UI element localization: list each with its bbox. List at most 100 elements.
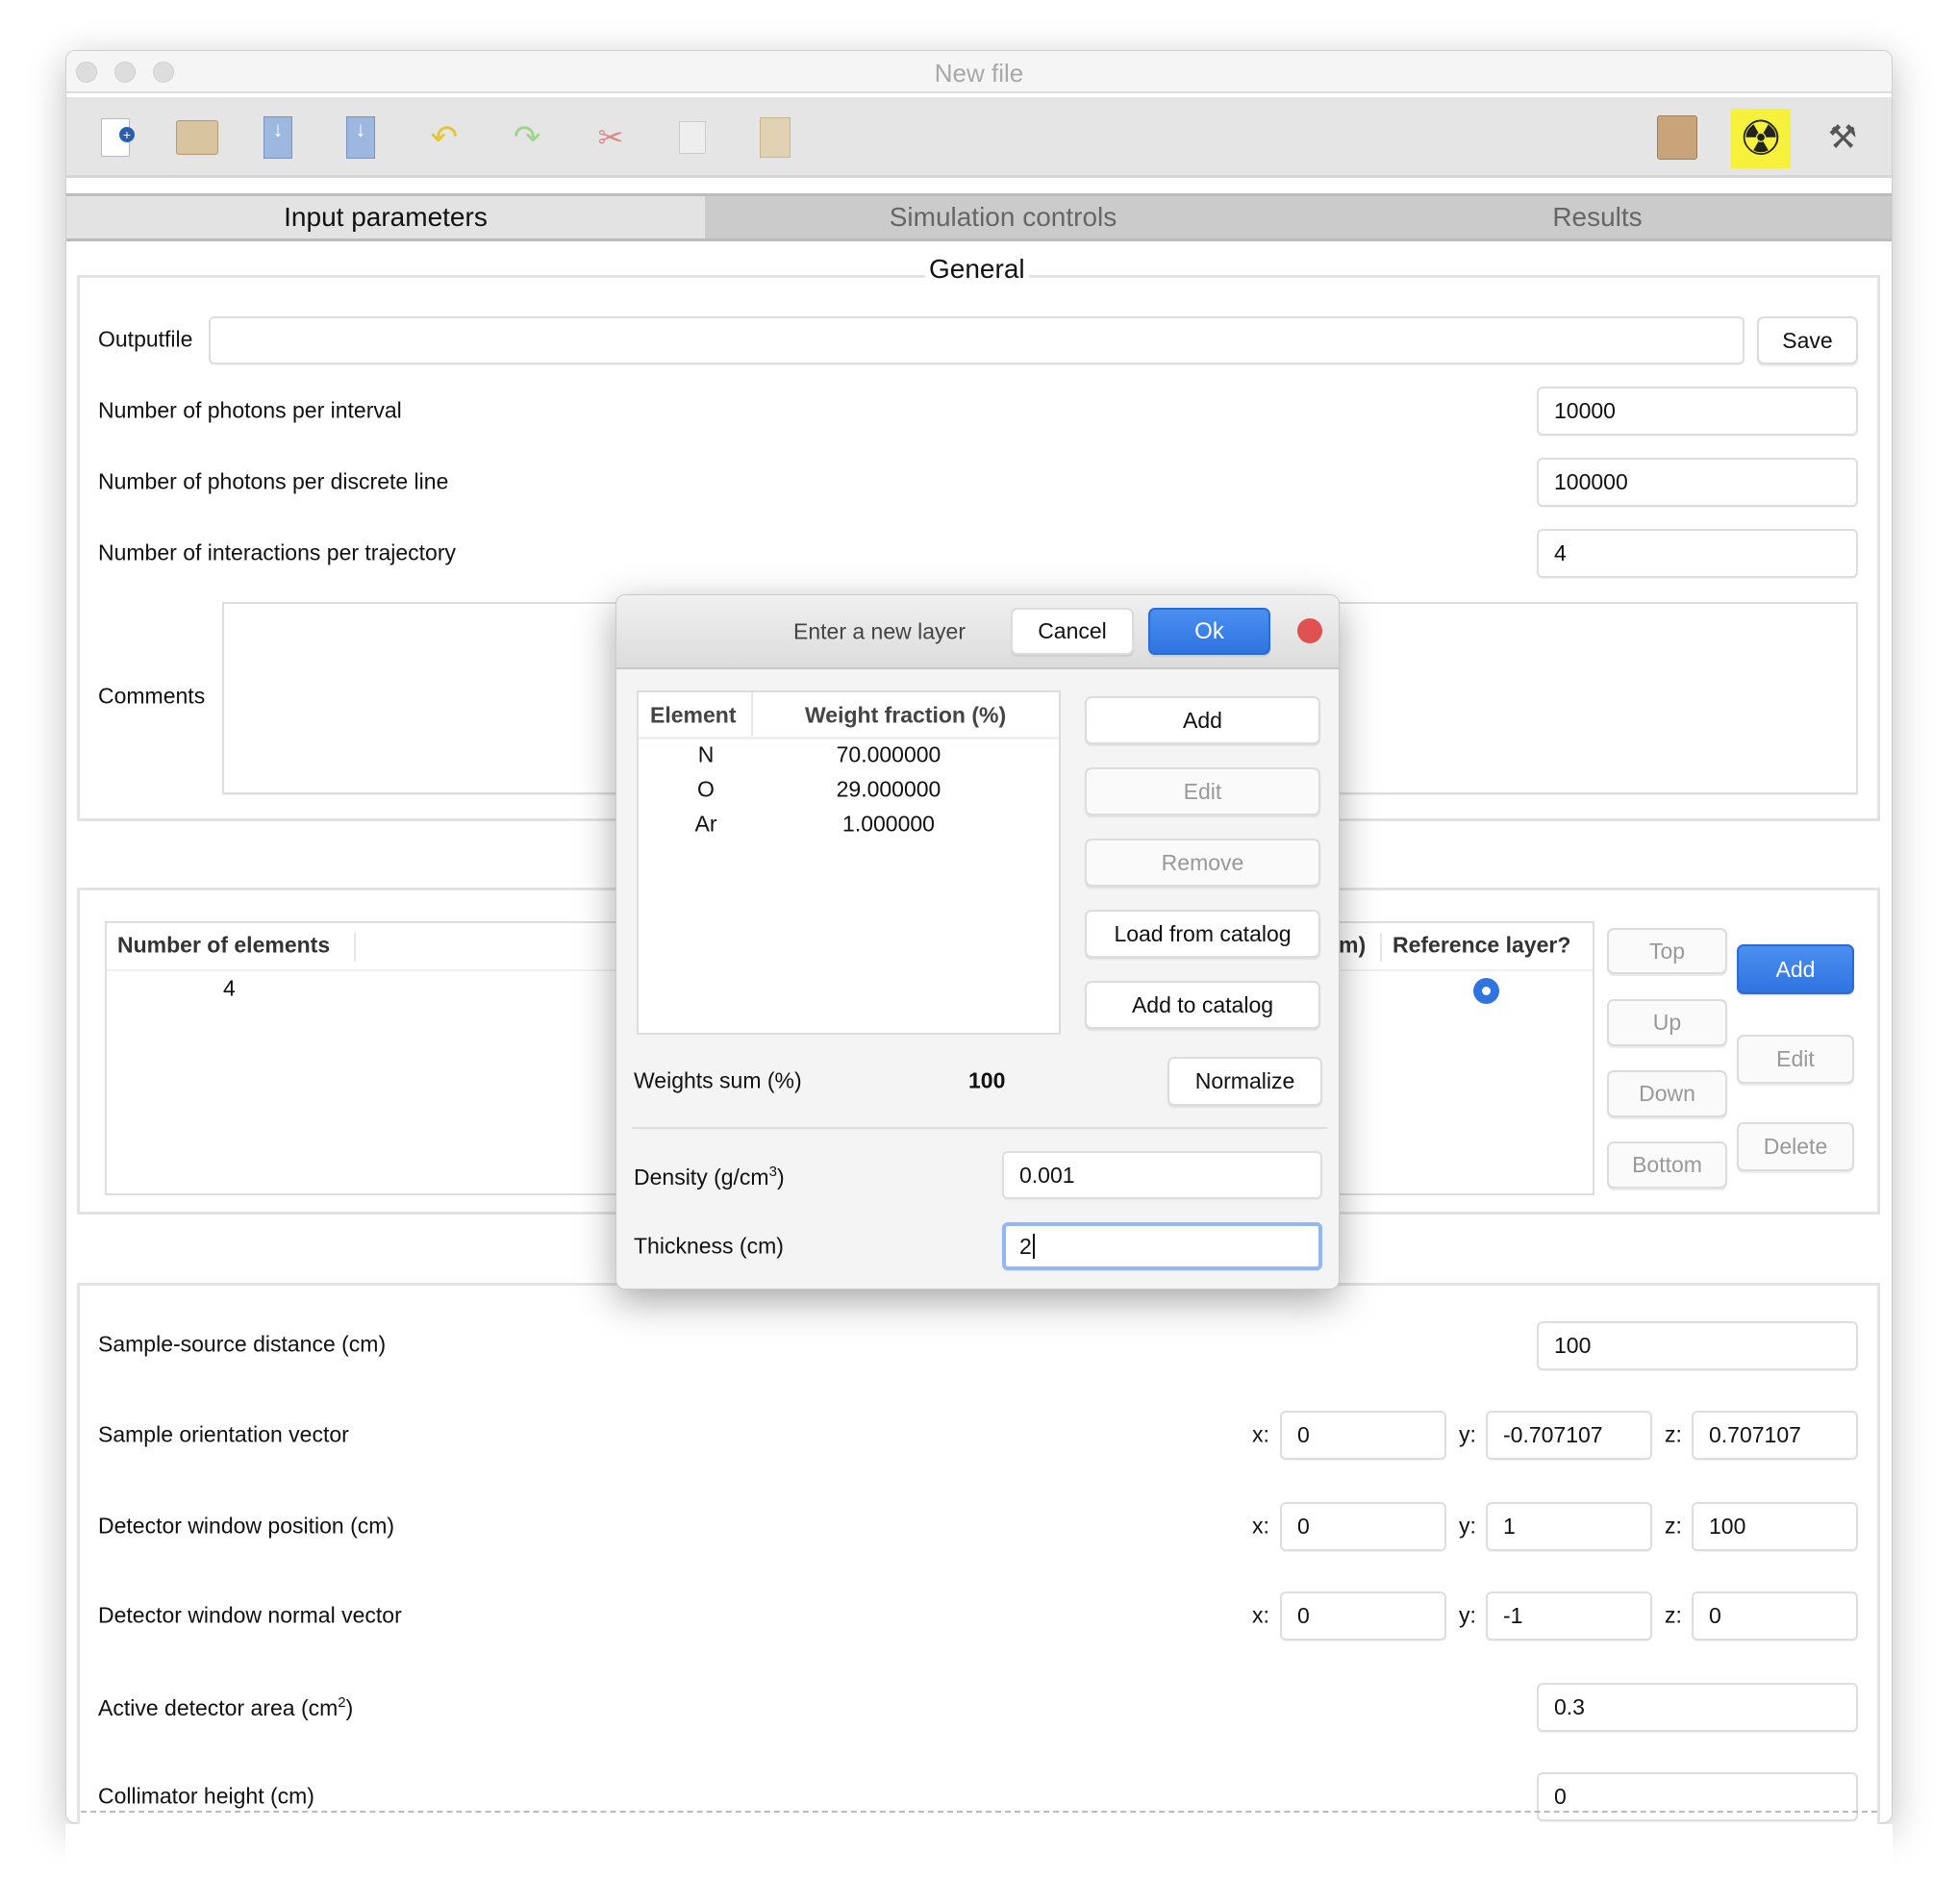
save-icon[interactable]: ↓ [255, 114, 301, 161]
outputfile-label: Outputfile [98, 326, 193, 352]
weights-sum-label: Weights sum (%) [634, 1067, 802, 1093]
photons-line-label: Number of photons per discrete line [98, 468, 449, 494]
tab-bar: Input parameters Simulation controls Res… [66, 193, 1892, 241]
detector-normal-y-input[interactable]: -1 [1486, 1591, 1652, 1641]
element-cell[interactable]: O [687, 777, 725, 803]
detector-normal-x-input[interactable]: 0 [1280, 1591, 1446, 1641]
comments-label: Comments [98, 683, 206, 709]
toolbar: + ↓ ↓ ↶ ↷ ✂ ☢ ⚒ [66, 97, 1892, 178]
z-label: z: [1665, 1513, 1682, 1539]
window-bottom-margin [65, 1824, 1893, 1904]
column-weight-fraction[interactable]: Weight fraction (%) [805, 703, 1006, 729]
package-icon[interactable] [1654, 114, 1700, 161]
edit-element-button[interactable]: Edit [1085, 767, 1320, 815]
detector-position-x-input[interactable]: 0 [1280, 1502, 1446, 1551]
edit-layer-button[interactable]: Edit [1737, 1035, 1854, 1084]
tools-icon[interactable]: ⚒ [1820, 114, 1866, 161]
dialog-title: Enter a new layer [793, 618, 966, 644]
open-folder-icon[interactable] [174, 114, 220, 161]
radiation-icon[interactable]: ☢ [1731, 109, 1791, 168]
density-input[interactable]: 0.001 [1002, 1151, 1322, 1199]
weight-cell[interactable]: 70.000000 [792, 742, 985, 768]
column-number-of-elements[interactable]: Number of elements [117, 933, 330, 959]
text-cursor [1032, 1234, 1035, 1259]
title-bar: New file [66, 51, 1892, 93]
load-from-catalog-button[interactable]: Load from catalog [1085, 910, 1320, 958]
x-label: x: [1252, 1602, 1269, 1628]
weight-cell[interactable]: 29.000000 [792, 777, 985, 803]
z-label: z: [1665, 1421, 1682, 1447]
distance-label: Sample-source distance (cm) [98, 1331, 387, 1357]
thickness-input[interactable]: 2 [1002, 1222, 1322, 1270]
normalize-button[interactable]: Normalize [1167, 1057, 1322, 1106]
dialog-separator [632, 1127, 1327, 1129]
distance-input[interactable]: 100 [1537, 1321, 1858, 1370]
element-cell[interactable]: Ar [687, 812, 725, 838]
element-table[interactable]: Element Weight fraction (%) N 70.000000 … [637, 690, 1061, 1035]
remove-element-button[interactable]: Remove [1085, 839, 1320, 887]
copy-icon[interactable] [669, 114, 715, 161]
detector-area-label: Active detector area (cm2) [98, 1694, 354, 1720]
photons-interval-label: Number of photons per interval [98, 397, 402, 423]
paste-icon[interactable] [752, 114, 798, 161]
y-label: y: [1459, 1602, 1476, 1628]
element-cell[interactable]: N [687, 742, 725, 768]
orientation-y-input[interactable]: -0.707107 [1486, 1411, 1652, 1460]
z-label: z: [1665, 1602, 1682, 1628]
cancel-button[interactable]: Cancel [1011, 608, 1134, 655]
detector-area-input[interactable]: 0.3 [1537, 1683, 1858, 1732]
new-file-icon[interactable]: + [92, 114, 138, 161]
column-divider [751, 692, 753, 736]
interactions-input[interactable]: 4 [1537, 529, 1858, 578]
up-button[interactable]: Up [1607, 999, 1727, 1046]
window-title: New file [934, 59, 1024, 88]
x-label: x: [1252, 1513, 1269, 1539]
undo-icon[interactable]: ↶ [421, 114, 467, 161]
close-icon[interactable] [1297, 618, 1322, 643]
weights-sum-value: 100 [968, 1067, 1006, 1093]
save-as-icon[interactable]: ↓ [338, 114, 384, 161]
x-label: x: [1252, 1421, 1269, 1447]
reference-layer-radio[interactable] [1473, 978, 1499, 1004]
weight-cell[interactable]: 1.000000 [792, 812, 985, 838]
photons-interval-input[interactable]: 10000 [1537, 387, 1858, 436]
detector-position-z-input[interactable]: 100 [1692, 1502, 1858, 1551]
column-thickness[interactable]: m) [1339, 933, 1366, 959]
scroll-edge [81, 1811, 1877, 1813]
detector-position-y-input[interactable]: 1 [1486, 1502, 1652, 1551]
orientation-x-input[interactable]: 0 [1280, 1411, 1446, 1460]
column-element[interactable]: Element [650, 703, 736, 729]
tab-simulation-controls[interactable]: Simulation controls [705, 196, 1301, 238]
add-layer-button[interactable]: Add [1737, 944, 1854, 994]
cut-icon[interactable]: ✂ [588, 114, 634, 161]
collimator-height-input[interactable]: 0 [1537, 1772, 1858, 1821]
column-reference-layer[interactable]: Reference layer? [1393, 933, 1570, 959]
orientation-z-input[interactable]: 0.707107 [1692, 1411, 1858, 1460]
layer-row-elements[interactable]: 4 [223, 976, 236, 1002]
interactions-label: Number of interactions per trajectory [98, 539, 456, 565]
redo-icon[interactable]: ↷ [504, 114, 550, 161]
column-divider [354, 933, 356, 962]
tab-results[interactable]: Results [1301, 196, 1892, 238]
column-divider [1380, 933, 1382, 962]
orientation-label: Sample orientation vector [98, 1421, 349, 1447]
ok-button[interactable]: Ok [1148, 608, 1270, 655]
collimator-height-label: Collimator height (cm) [98, 1783, 314, 1809]
detector-normal-z-input[interactable]: 0 [1692, 1591, 1858, 1641]
general-title: General [925, 254, 1029, 285]
photons-line-input[interactable]: 100000 [1537, 458, 1858, 507]
add-element-button[interactable]: Add [1085, 696, 1320, 744]
add-to-catalog-button[interactable]: Add to catalog [1085, 981, 1320, 1029]
save-button[interactable]: Save [1757, 316, 1858, 364]
thickness-label: Thickness (cm) [634, 1233, 784, 1259]
outputfile-input[interactable] [209, 316, 1745, 364]
down-button[interactable]: Down [1607, 1070, 1727, 1117]
bottom-button[interactable]: Bottom [1607, 1141, 1727, 1189]
top-button[interactable]: Top [1607, 928, 1727, 974]
delete-layer-button[interactable]: Delete [1737, 1122, 1854, 1171]
dialog-header: Enter a new layer Cancel Ok [616, 595, 1339, 669]
tab-input-parameters[interactable]: Input parameters [66, 196, 705, 238]
y-label: y: [1459, 1513, 1476, 1539]
density-label: Density (g/cm3) [634, 1164, 785, 1190]
new-layer-dialog: Enter a new layer Cancel Ok Element Weig… [615, 594, 1340, 1290]
